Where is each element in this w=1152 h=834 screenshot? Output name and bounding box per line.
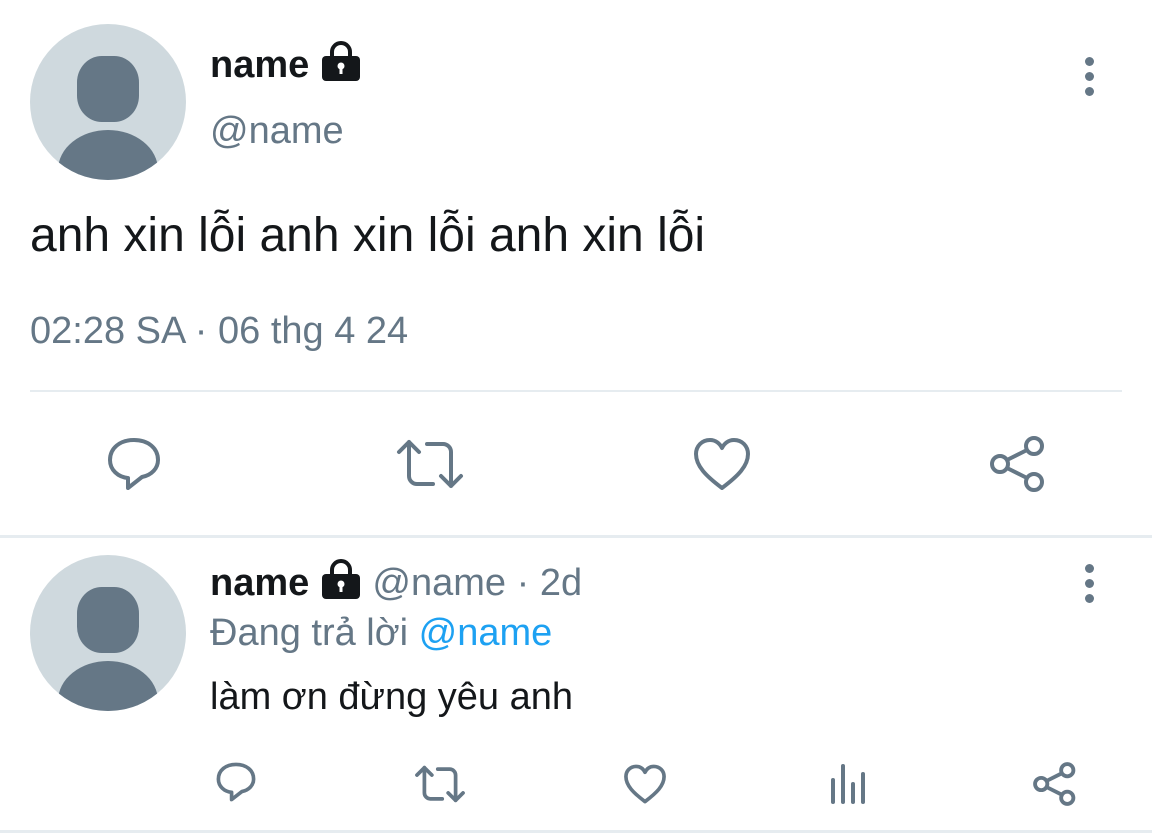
share-button[interactable] xyxy=(1032,761,1078,807)
mention-link[interactable]: @name xyxy=(419,612,553,654)
replying-to: Đang trả lời @name xyxy=(210,612,552,655)
avatar-head-shape xyxy=(77,56,139,122)
more-options-icon[interactable] xyxy=(1082,564,1096,609)
display-name[interactable]: name xyxy=(210,562,309,604)
tweet-text: anh xin lỗi anh xin lỗi anh xin lỗi xyxy=(30,209,706,262)
reply-icon xyxy=(108,438,160,490)
divider xyxy=(30,390,1122,392)
retweet-button[interactable] xyxy=(414,763,466,805)
tweet-text: làm ơn đừng yêu anh xyxy=(210,676,574,718)
handle[interactable]: @name xyxy=(210,110,344,153)
avatar-head-shape xyxy=(77,587,139,653)
share-icon xyxy=(1033,762,1076,806)
retweet-icon xyxy=(397,440,463,488)
reply-icon xyxy=(216,762,256,802)
tweet-timestamp[interactable]: 02:28 SA · 06 thg 4 24 xyxy=(30,310,408,353)
avatar-body-shape xyxy=(58,130,158,180)
reply-header: name @name · 2d xyxy=(210,558,582,605)
lock-icon xyxy=(321,40,360,81)
retweet-button[interactable] xyxy=(395,436,465,492)
share-icon xyxy=(990,436,1044,492)
time-ago[interactable]: 2d xyxy=(540,562,582,604)
analytics-button[interactable] xyxy=(829,762,869,804)
share-button[interactable] xyxy=(988,434,1048,494)
like-icon xyxy=(624,764,666,804)
like-button[interactable] xyxy=(623,763,667,805)
separator: · xyxy=(506,562,540,604)
divider xyxy=(0,830,1152,833)
lock-icon xyxy=(321,558,360,599)
like-icon xyxy=(694,438,750,490)
display-name-text: name xyxy=(210,44,310,86)
like-button[interactable] xyxy=(692,436,752,492)
display-name[interactable]: name xyxy=(210,40,362,87)
avatar[interactable] xyxy=(30,24,186,180)
handle[interactable]: @name xyxy=(372,562,506,604)
divider xyxy=(0,535,1152,538)
avatar[interactable] xyxy=(30,555,186,711)
avatar-body-shape xyxy=(58,661,158,711)
reply-button[interactable] xyxy=(214,760,258,804)
analytics-icon xyxy=(831,764,865,804)
replying-to-label: Đang trả lời xyxy=(210,612,419,654)
more-options-icon[interactable] xyxy=(1082,57,1096,102)
retweet-icon xyxy=(415,765,465,803)
reply-button[interactable] xyxy=(104,434,164,494)
